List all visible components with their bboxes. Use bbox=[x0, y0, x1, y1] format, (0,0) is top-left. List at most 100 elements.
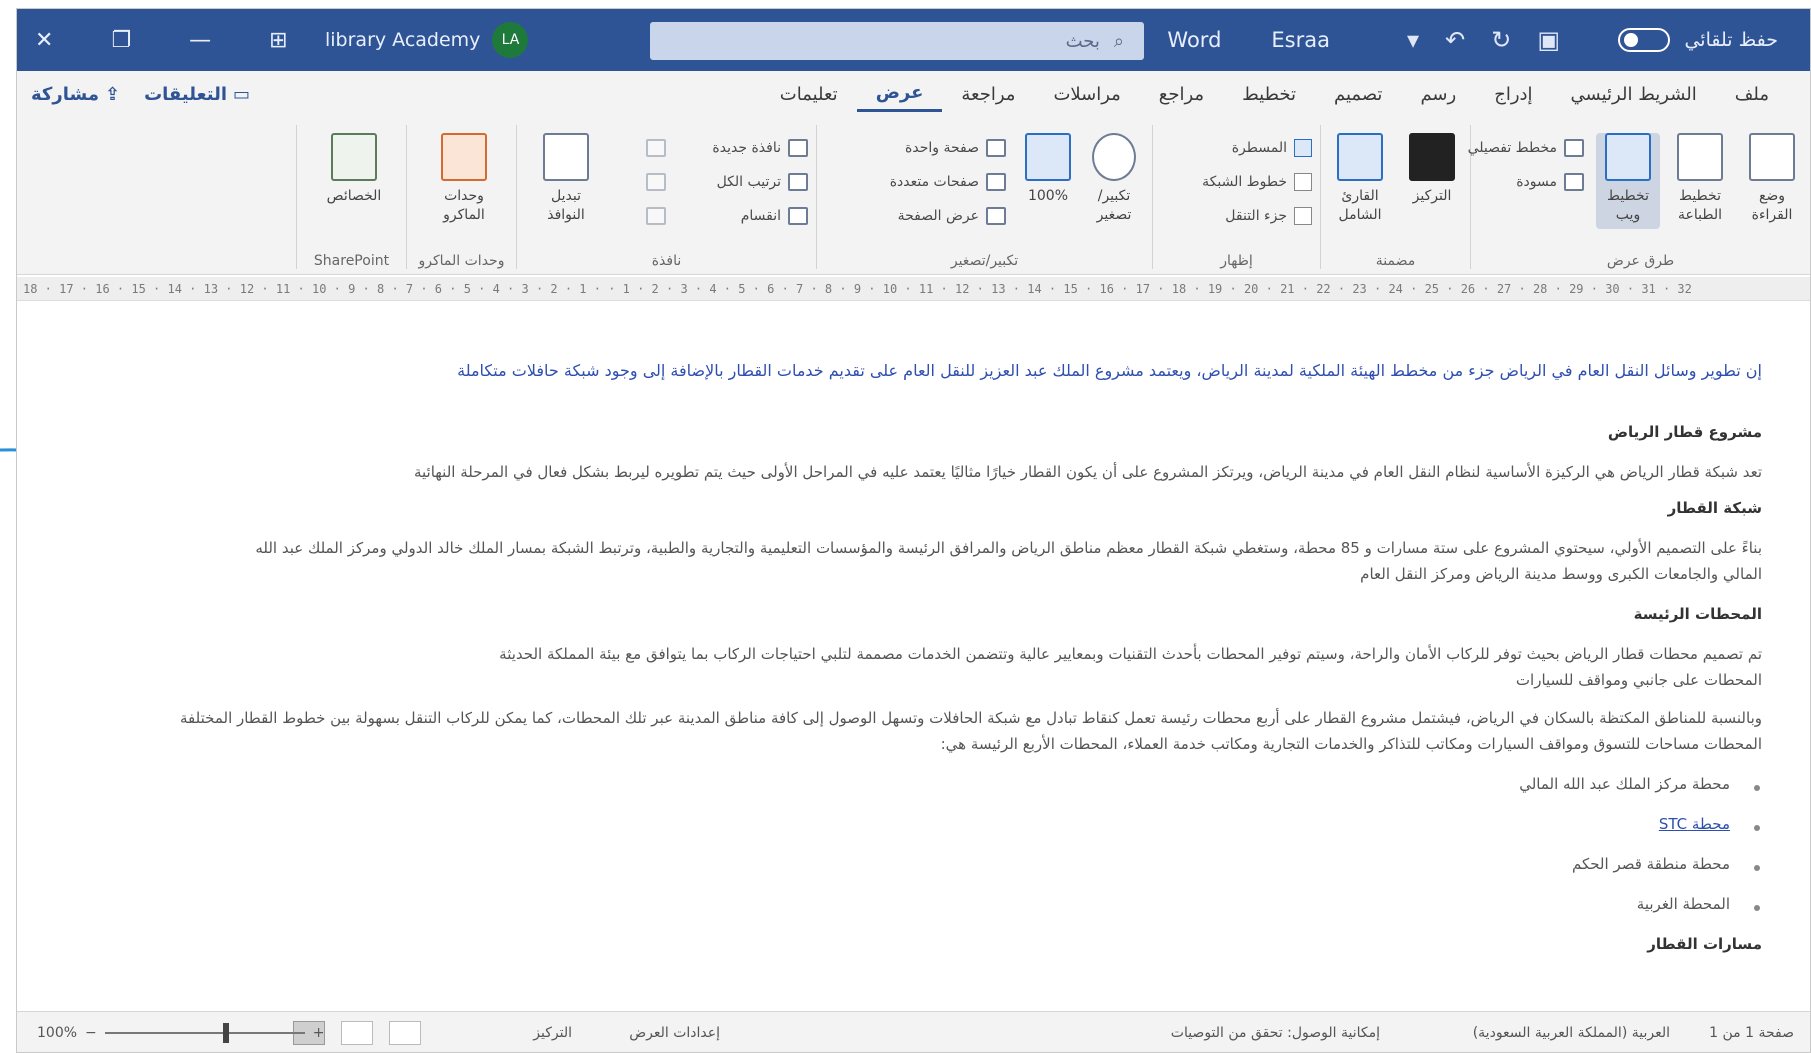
print-layout-view-icon[interactable] bbox=[341, 1020, 373, 1045]
search-icon: ⌕ bbox=[1113, 30, 1124, 52]
share-label: مشاركة bbox=[31, 83, 99, 105]
tab-2[interactable]: إدراج bbox=[1475, 78, 1551, 111]
list-item-text: محطة مركز الملك عبد الله المالي bbox=[1519, 775, 1730, 793]
web-layout-button[interactable]: تخطيط ويب bbox=[1596, 133, 1660, 229]
paragraph-network-1: بناءً على التصميم الأولي، سيحتوي المشروع… bbox=[255, 539, 1762, 557]
document-area[interactable]: إن تطوير وسائل النقل العام في الرياض جزء… bbox=[17, 301, 1810, 1013]
view-side-by-side-button[interactable] bbox=[646, 135, 666, 161]
autosave-toggle[interactable] bbox=[1618, 28, 1671, 52]
minimize-icon[interactable]: — bbox=[189, 28, 211, 53]
print-layout-button[interactable]: تخطيط الطباعة bbox=[1668, 133, 1732, 225]
dropdown-icon[interactable]: ▾ bbox=[1407, 26, 1419, 54]
sharepoint-group: الخصائص SharePoint bbox=[296, 125, 406, 269]
macros-group-label: وحدات الماكرو bbox=[418, 253, 505, 269]
list-item: محطة مركز الملك عبد الله المالي bbox=[1519, 775, 1730, 793]
web-layout-view-icon[interactable] bbox=[389, 1020, 421, 1045]
arrange-all-button[interactable]: ترتيب الكل bbox=[717, 169, 808, 195]
bullet-dot bbox=[1754, 865, 1760, 871]
zoom-100-button[interactable]: 100% bbox=[1016, 133, 1080, 206]
checkbox-checked-icon bbox=[1294, 139, 1312, 157]
undo-icon[interactable]: ↶ bbox=[1445, 26, 1465, 54]
close-icon[interactable]: ✕ bbox=[35, 28, 53, 53]
display-settings-button[interactable]: إعدادات العرض bbox=[629, 1012, 720, 1053]
tab-8[interactable]: مراجعة bbox=[942, 78, 1034, 111]
search-placeholder: بحث bbox=[1065, 30, 1100, 52]
comments-label: التعليقات bbox=[144, 83, 227, 105]
properties-label: الخصائص bbox=[326, 188, 382, 204]
new-window-button[interactable]: نافذة جديدة bbox=[712, 135, 808, 161]
title-bar: حفظ تلقائي ▣ ↻ ↶ ▾ Esraa Word ⌕ بحث LA l… bbox=[17, 9, 1810, 71]
tab-6[interactable]: مراجع bbox=[1140, 78, 1223, 111]
macros-label: وحدات الماكرو bbox=[443, 188, 485, 223]
side-by-side-icon bbox=[646, 139, 666, 157]
restore-icon[interactable]: ❐ bbox=[111, 28, 131, 53]
macros-button[interactable]: وحدات الماكرو bbox=[432, 133, 496, 225]
sync-scroll-button[interactable] bbox=[646, 169, 666, 195]
zoom-out-icon[interactable]: − bbox=[85, 1025, 97, 1041]
reset-position-button[interactable] bbox=[646, 203, 666, 229]
show-group: المسطرة خطوط الشبكة جزء التنقل إظهار bbox=[1152, 125, 1320, 269]
language-indicator[interactable]: العربية (المملكة العربية السعودية) bbox=[1473, 1012, 1670, 1053]
list-item-link[interactable]: محطة STC bbox=[1659, 815, 1730, 833]
list-item: المحطة الغربية bbox=[1637, 895, 1730, 913]
user-account[interactable]: LA library Academy bbox=[325, 9, 529, 71]
tab-7[interactable]: مراسلات bbox=[1034, 78, 1139, 111]
draft-button[interactable]: مسودة bbox=[1516, 169, 1584, 195]
list-item: محطة STC bbox=[1659, 815, 1730, 833]
gridlines-checkbox[interactable]: خطوط الشبكة bbox=[1202, 169, 1312, 195]
zoom-button[interactable]: تكبير/تصغير bbox=[1082, 133, 1146, 225]
split-button[interactable]: انقسام bbox=[741, 203, 808, 229]
ribbon-tabs: ▭ التعليقات ⇪ مشاركة ملف الشريط الرئيسي إد… bbox=[17, 71, 1810, 117]
page-width-button[interactable]: عرض الصفحة bbox=[898, 203, 1006, 229]
redo-icon[interactable]: ↻ bbox=[1491, 26, 1511, 54]
comments-button[interactable]: ▭ التعليقات bbox=[144, 84, 250, 105]
focus-button[interactable]: التركيز bbox=[1400, 133, 1464, 206]
arrange-all-label: ترتيب الكل bbox=[716, 174, 781, 190]
properties-icon bbox=[331, 133, 377, 181]
ruler-checkbox[interactable]: المسطرة bbox=[1232, 135, 1312, 161]
properties-button[interactable]: الخصائص bbox=[322, 133, 386, 206]
share-button[interactable]: ⇪ مشاركة bbox=[31, 84, 120, 105]
tab-3[interactable]: رسم bbox=[1401, 78, 1475, 111]
zoom-slider-thumb[interactable] bbox=[222, 1022, 229, 1043]
tab-9[interactable]: عرض bbox=[856, 76, 943, 112]
zoom-control: 100% − + bbox=[37, 1012, 325, 1053]
zoom-percent[interactable]: 100% bbox=[37, 1025, 77, 1041]
doc-title-line: إن تطوير وسائل النقل العام في الرياض جزء… bbox=[457, 361, 1762, 380]
page-count[interactable]: صفحة 1 من 1 bbox=[1709, 1012, 1794, 1053]
search-input[interactable]: ⌕ بحث bbox=[650, 22, 1144, 60]
window-controls: ⊞ — ❐ ✕ bbox=[35, 9, 288, 71]
focus-mode-button[interactable]: التركيز bbox=[533, 1012, 572, 1053]
tab-1[interactable]: الشريط الرئيسي bbox=[1552, 78, 1716, 111]
zoom-slider[interactable] bbox=[104, 1022, 305, 1043]
save-icon[interactable]: ▣ bbox=[1537, 26, 1560, 54]
multiple-pages-button[interactable]: صفحات متعددة bbox=[890, 169, 1006, 195]
list-item-text: المحطة الغربية bbox=[1636, 895, 1730, 913]
autosave[interactable]: حفظ تلقائي bbox=[1618, 9, 1778, 71]
switch-windows-button[interactable]: تبديل النوافذ bbox=[534, 133, 598, 225]
heading-project: مشروع قطار الرياض bbox=[1607, 423, 1762, 441]
draft-label: مسودة bbox=[1516, 174, 1557, 190]
ruler[interactable]: 18 · 17 · 16 · 15 · 14 · 13 · 12 · 11 · … bbox=[17, 277, 1810, 301]
immersive-reader-button[interactable]: القارئ الشامل bbox=[1328, 133, 1392, 225]
tabs-right-actions: ▭ التعليقات ⇪ مشاركة bbox=[31, 71, 250, 117]
ribbon-display-icon[interactable]: ⊞ bbox=[269, 28, 287, 53]
accessibility-indicator[interactable]: إمكانية الوصول: تحقق من التوصيات bbox=[1171, 1012, 1380, 1053]
tab-5[interactable]: تخطيط bbox=[1223, 78, 1315, 111]
tab-4[interactable]: تصميم bbox=[1315, 78, 1401, 111]
read-mode-button[interactable]: وضع القراءة bbox=[1740, 133, 1804, 225]
zoom-in-icon[interactable]: + bbox=[313, 1025, 325, 1041]
one-page-icon bbox=[986, 139, 1006, 157]
focus-label: التركيز bbox=[1412, 188, 1452, 204]
page-icon bbox=[1677, 133, 1723, 181]
list-item: محطة منطقة قصر الحكم bbox=[1572, 855, 1730, 873]
sharepoint-group-label: SharePoint bbox=[313, 253, 390, 269]
nav-pane-checkbox[interactable]: جزء التنقل bbox=[1225, 203, 1312, 229]
bullet-dot bbox=[1754, 905, 1760, 911]
tab-0[interactable]: ملف bbox=[1716, 78, 1788, 111]
reset-position-icon bbox=[646, 207, 666, 225]
one-page-button[interactable]: صفحة واحدة bbox=[905, 135, 1006, 161]
new-window-icon bbox=[788, 139, 808, 157]
tab-10[interactable]: تعليمات bbox=[761, 78, 857, 111]
outline-button[interactable]: مخطط تفصيلي bbox=[1468, 135, 1584, 161]
